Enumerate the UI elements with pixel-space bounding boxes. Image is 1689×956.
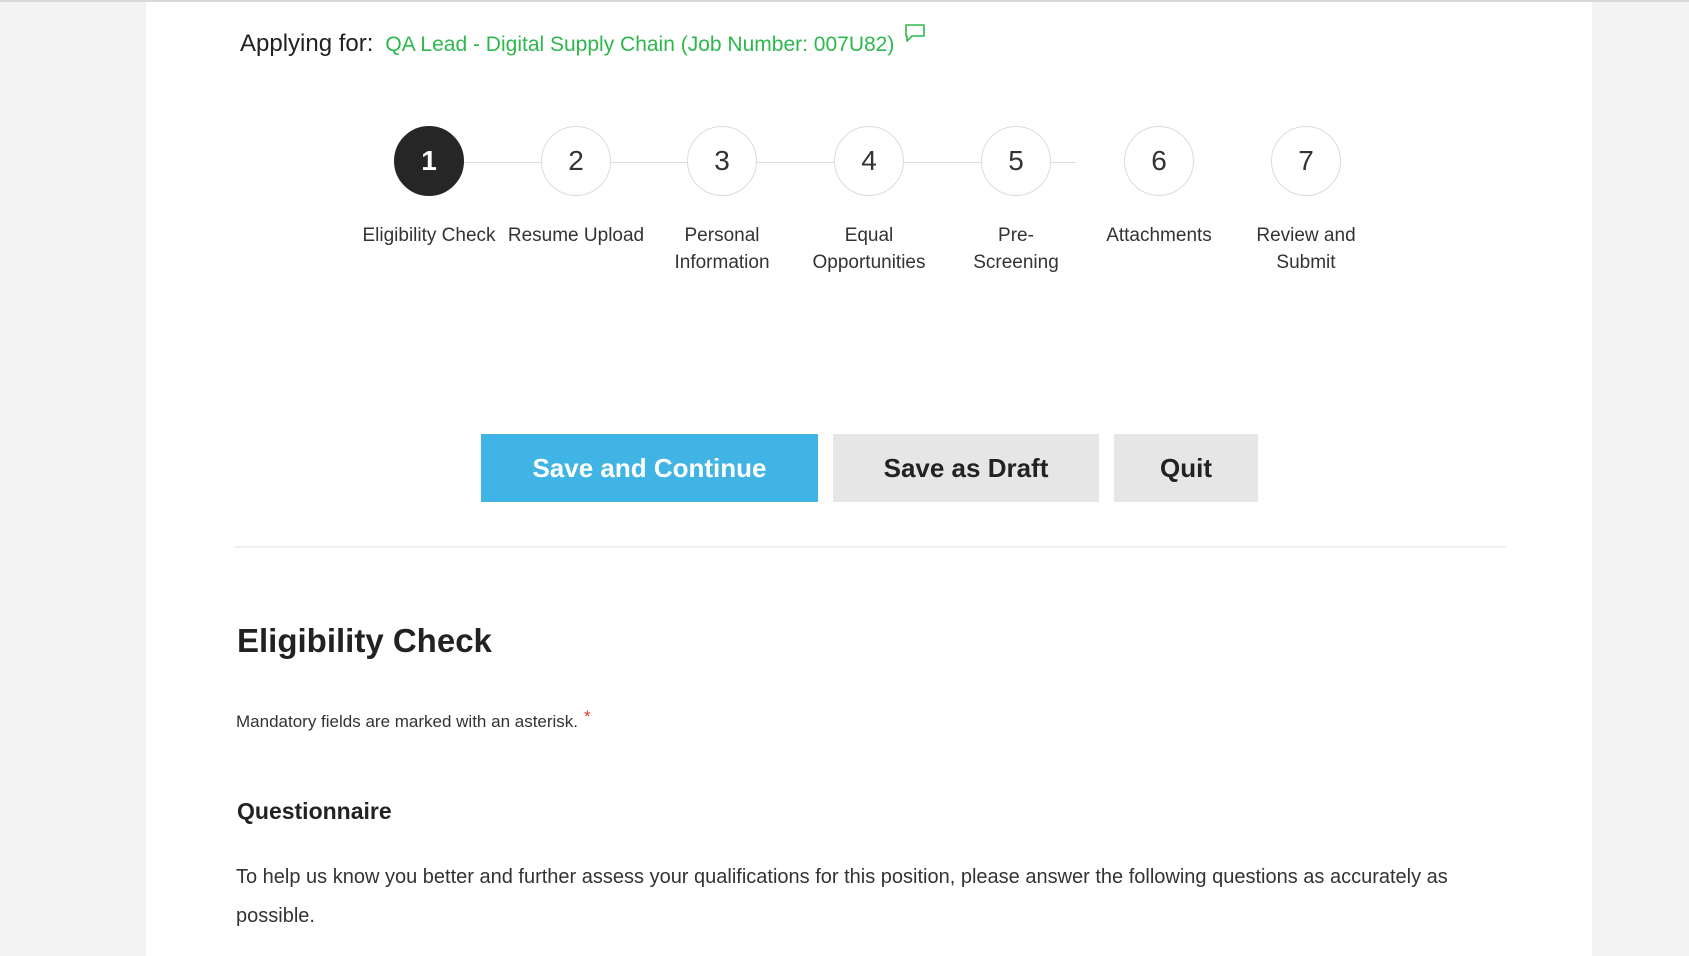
- questionnaire-heading: Questionnaire: [237, 798, 392, 824]
- step-label: Pre-Screening: [973, 225, 1059, 273]
- step-pre-screening[interactable]: 5 Pre-Screening: [936, 126, 1096, 276]
- step-number: 6: [1124, 126, 1194, 196]
- step-number: 5: [981, 126, 1051, 196]
- progress-stepper: 1 Eligibility Check 2 Resume Upload 3 Pe…: [146, 2, 1592, 302]
- mandatory-note-text: Mandatory fields are marked with an aste…: [236, 712, 579, 731]
- step-label: Resume Upload: [507, 225, 645, 246]
- questionnaire-intro: To help us know you better and further a…: [236, 866, 1448, 927]
- step-label: Personal Information: [674, 225, 770, 273]
- save-as-draft-button[interactable]: Save as Draft: [833, 434, 1099, 502]
- step-resume-upload[interactable]: 2 Resume Upload: [496, 126, 656, 249]
- step-number: 2: [541, 126, 611, 196]
- step-equal-opportunities[interactable]: 4 Equal Opportunities: [789, 126, 949, 276]
- save-and-continue-button[interactable]: Save and Continue: [481, 434, 818, 502]
- quit-button[interactable]: Quit: [1114, 434, 1258, 502]
- step-number: 4: [834, 126, 904, 196]
- step-number: 1: [394, 126, 464, 196]
- step-number: 7: [1271, 126, 1341, 196]
- application-page: Applying for: QA Lead - Digital Supply C…: [146, 2, 1592, 956]
- required-asterisk: *: [584, 707, 591, 726]
- step-label: Eligibility Check: [362, 225, 496, 246]
- page-title: Eligibility Check: [237, 622, 492, 659]
- mandatory-fields-note: Mandatory fields are marked with an aste…: [236, 707, 591, 732]
- step-label: Attachments: [1106, 225, 1212, 246]
- section-divider: [234, 546, 1506, 548]
- step-review-and-submit[interactable]: 7 Review and Submit: [1226, 126, 1386, 276]
- step-number: 3: [687, 126, 757, 196]
- step-eligibility-check[interactable]: 1 Eligibility Check: [349, 126, 509, 249]
- step-label: Equal Opportunities: [812, 225, 926, 273]
- step-personal-information[interactable]: 3 Personal Information: [642, 126, 802, 276]
- step-attachments[interactable]: 6 Attachments: [1079, 126, 1239, 249]
- step-label: Review and Submit: [1256, 225, 1356, 273]
